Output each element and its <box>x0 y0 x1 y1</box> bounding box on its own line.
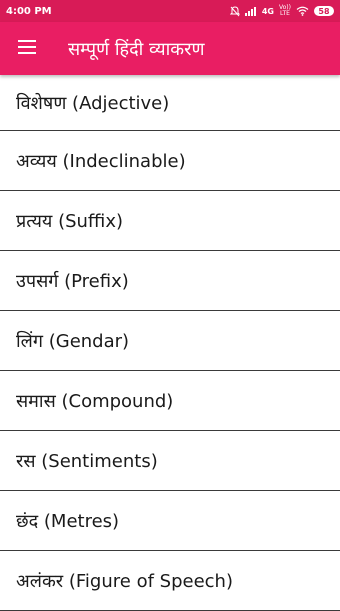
list-item-gendar[interactable]: लिंग (Gendar) <box>0 311 340 371</box>
list-item-label: उपसर्ग (Prefix) <box>16 270 129 292</box>
list-item-sentiments[interactable]: रस (Sentiments) <box>0 431 340 491</box>
status-bar: 4:00 PM 4G Vo)) LTE 58 <box>0 0 340 22</box>
list-item-metres[interactable]: छंद (Metres) <box>0 491 340 551</box>
list-item-suffix[interactable]: प्रत्यय (Suffix) <box>0 191 340 251</box>
list-item-indeclinable[interactable]: अव्यय (Indeclinable) <box>0 131 340 191</box>
list-item-label: अव्यय (Indeclinable) <box>16 150 186 172</box>
volte-bottom: LTE <box>280 10 290 17</box>
list-item-label: लिंग (Gendar) <box>16 330 130 352</box>
list-item-label: समास (Compound) <box>16 390 174 412</box>
volte-indicator: Vo)) LTE <box>279 5 291 17</box>
list-item-adjective[interactable]: विशेषण (Adjective) <box>0 75 340 131</box>
battery-level: 58 <box>318 6 330 16</box>
list-item-label: छंद (Metres) <box>16 510 120 532</box>
signal-strength-icon <box>244 6 257 16</box>
status-time: 4:00 PM <box>6 5 52 17</box>
list-item-figure-of-speech[interactable]: अलंकर (Figure of Speech) <box>0 551 340 611</box>
list-item-label: रस (Sentiments) <box>16 450 158 472</box>
list-item-compound[interactable]: समास (Compound) <box>0 371 340 431</box>
status-icons: 4G Vo)) LTE 58 <box>229 5 334 17</box>
notifications-off-icon <box>229 5 240 17</box>
menu-button[interactable] <box>0 22 54 75</box>
topic-list: विशेषण (Adjective) अव्यय (Indeclinable) … <box>0 75 340 611</box>
battery-icon: 58 <box>314 6 334 16</box>
app-bar: सम्पूर्ण हिंदी व्याकरण <box>0 22 340 75</box>
wifi-icon <box>296 6 309 16</box>
list-item-label: विशेषण (Adjective) <box>16 92 170 114</box>
app-title: सम्पूर्ण हिंदी व्याकरण <box>68 38 205 60</box>
network-type: 4G <box>261 6 274 16</box>
list-item-prefix[interactable]: उपसर्ग (Prefix) <box>0 251 340 311</box>
hamburger-menu-icon <box>18 39 36 58</box>
list-item-label: प्रत्यय (Suffix) <box>16 210 123 232</box>
list-item-label: अलंकर (Figure of Speech) <box>16 570 233 592</box>
